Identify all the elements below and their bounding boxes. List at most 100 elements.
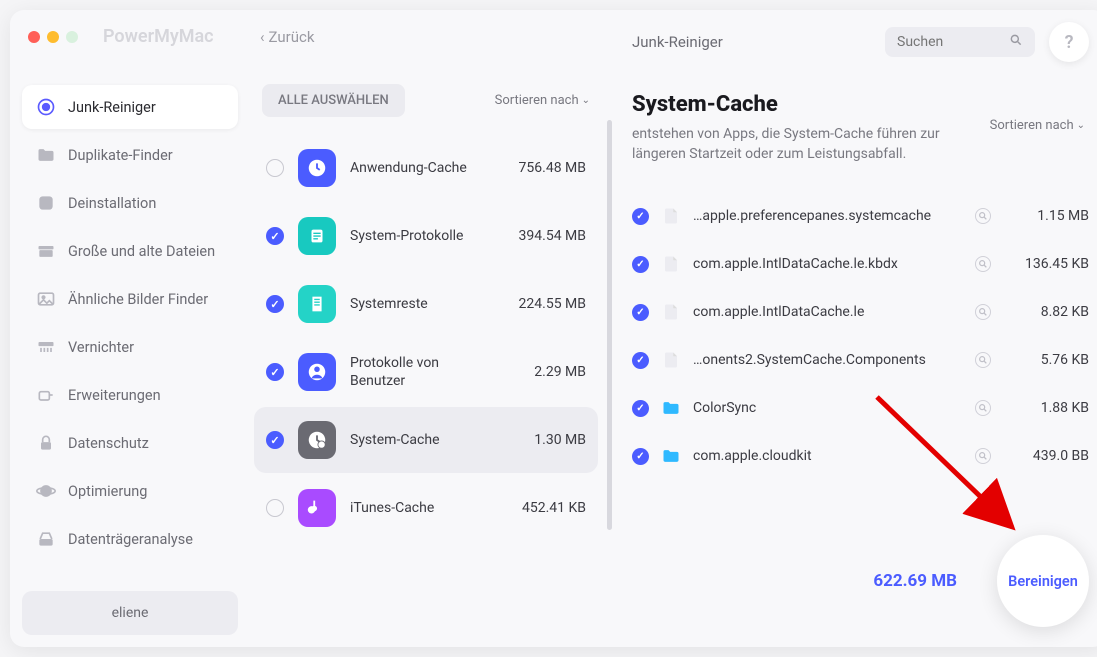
- file-icon: [661, 350, 681, 370]
- file-icon: [661, 302, 681, 322]
- folder-icon: [36, 145, 56, 165]
- folder-icon: [661, 446, 681, 466]
- search-icon: [1009, 33, 1023, 51]
- file-row[interactable]: ColorSync 1.88 KB: [632, 384, 1089, 432]
- file-row[interactable]: …apple.preferencepanes.systemcache 1.15 M…: [632, 192, 1089, 240]
- category-row[interactable]: System-Cache1.30 MB: [254, 407, 598, 473]
- sidebar-item-junk[interactable]: Junk-Reiniger: [22, 85, 238, 129]
- maximize-dot[interactable]: [66, 31, 78, 43]
- category-row[interactable]: Systemreste224.55 MB: [254, 271, 598, 337]
- file-size: 5.76 KB: [1003, 352, 1089, 368]
- file-row[interactable]: com.apple.IntlDataCache.le.kbdx 136.45 KB: [632, 240, 1089, 288]
- section-title: System-Cache: [632, 92, 1089, 117]
- category-icon: [298, 353, 336, 391]
- search-field[interactable]: [885, 27, 1035, 57]
- file-size: 1.15 MB: [1003, 208, 1089, 224]
- sidebar-item-label: Datenschutz: [68, 435, 149, 452]
- category-size: 1.30 MB: [501, 432, 586, 448]
- reveal-icon[interactable]: [975, 208, 991, 224]
- category-name: Anwendung-Cache: [350, 159, 487, 177]
- category-icon: [298, 421, 336, 459]
- category-name: iTunes-Cache: [350, 499, 487, 517]
- folder-icon: [661, 398, 681, 418]
- category-row[interactable]: iTunes-Cache 452.41 KB: [254, 475, 598, 541]
- sort-dropdown-detail[interactable]: Sortieren nach ⌄: [990, 118, 1085, 133]
- sidebar-item-label: Erweiterungen: [68, 387, 161, 404]
- checkbox[interactable]: [632, 256, 649, 273]
- file-name: …onents2.SystemCache.Components: [693, 352, 963, 368]
- file-name: ColorSync: [693, 400, 963, 416]
- reveal-icon[interactable]: [975, 256, 991, 272]
- category-size: 2.29 MB: [501, 364, 586, 380]
- file-size: 439.0 BB: [1003, 448, 1089, 464]
- checkbox[interactable]: [266, 295, 284, 313]
- checkbox[interactable]: [266, 227, 284, 245]
- user-pill[interactable]: eliene: [22, 591, 238, 635]
- sidebar-item-label: Duplikate-Finder: [68, 147, 173, 164]
- sidebar-item-label: Datenträgeranalyse: [68, 531, 193, 548]
- file-name: com.apple.cloudkit: [693, 448, 963, 464]
- category-row[interactable]: System-Protokolle 394.54 MB: [254, 203, 598, 269]
- back-label: Zurück: [269, 28, 315, 46]
- minimize-dot[interactable]: [47, 31, 59, 43]
- category-size: 394.54 MB: [501, 228, 586, 244]
- chevron-left-icon: ‹: [260, 28, 265, 46]
- search-input[interactable]: [897, 34, 1001, 50]
- category-list: Anwendung-Cache756.48 MBSystem-Protokoll…: [250, 135, 602, 541]
- select-all-button[interactable]: ALLE AUSWÄHLEN: [262, 84, 405, 117]
- sidebar-item-similar-images[interactable]: Ähnliche Bilder Finder: [22, 277, 238, 321]
- file-name: com.apple.IntlDataCache.le.kbdx: [693, 256, 963, 272]
- checkbox[interactable]: [632, 304, 649, 321]
- file-row[interactable]: com.apple.IntlDataCache.le8.82 KB: [632, 288, 1089, 336]
- file-name: …apple.preferencepanes.systemcache: [693, 208, 963, 224]
- checkbox[interactable]: [266, 159, 284, 177]
- reveal-icon[interactable]: [975, 448, 991, 464]
- reveal-icon[interactable]: [975, 304, 991, 320]
- sidebar-nav: Junk-Reiniger Duplikate-Finder Deinstall…: [22, 85, 238, 591]
- archive-icon: [36, 241, 56, 261]
- file-size: 136.45 KB: [1003, 256, 1089, 272]
- file-icon: [661, 254, 681, 274]
- total-size: 622.69 MB: [873, 571, 957, 591]
- close-dot[interactable]: [28, 31, 40, 43]
- sort-dropdown[interactable]: Sortieren nach ⌄: [495, 93, 590, 108]
- checkbox[interactable]: [632, 400, 649, 417]
- file-row[interactable]: com.apple.cloudkit 439.0 BB: [632, 432, 1089, 480]
- checkbox[interactable]: [632, 448, 649, 465]
- category-row[interactable]: Anwendung-Cache756.48 MB: [254, 135, 598, 201]
- category-row[interactable]: Protokolle von Benutzer 2.29 MB: [254, 339, 598, 405]
- checkbox[interactable]: [266, 363, 284, 381]
- clean-button[interactable]: Bereinigen: [997, 535, 1089, 627]
- app-logo: PowerMyMac: [103, 26, 214, 47]
- window-controls[interactable]: PowerMyMac: [22, 22, 238, 47]
- checkbox[interactable]: [266, 499, 284, 517]
- sidebar-item-duplicates[interactable]: Duplikate-Finder: [22, 133, 238, 177]
- checkbox[interactable]: [632, 208, 649, 225]
- file-row[interactable]: …onents2.SystemCache.Components 5.76 KB: [632, 336, 1089, 384]
- image-icon: [36, 289, 56, 309]
- sidebar-item-label: Optimierung: [68, 483, 147, 500]
- category-name: System-Protokolle: [350, 227, 487, 245]
- checkbox[interactable]: [632, 352, 649, 369]
- back-button[interactable]: ‹ Zurück: [250, 22, 602, 52]
- shredder-icon: [36, 337, 56, 357]
- sidebar-item-disk[interactable]: Datenträgeranalyse: [22, 517, 238, 561]
- sidebar-item-label: Junk-Reiniger: [68, 99, 156, 116]
- reveal-icon[interactable]: [975, 400, 991, 416]
- checkbox[interactable]: [266, 431, 284, 449]
- sidebar-item-extensions[interactable]: Erweiterungen: [22, 373, 238, 417]
- help-button[interactable]: ?: [1049, 22, 1089, 62]
- chevron-down-icon: ⌄: [1077, 120, 1085, 131]
- category-icon: [298, 149, 336, 187]
- sidebar-item-large-files[interactable]: Große und alte Dateien: [22, 229, 238, 273]
- reveal-icon[interactable]: [975, 352, 991, 368]
- category-name: Protokolle von Benutzer: [350, 354, 487, 390]
- sidebar-item-uninstall[interactable]: Deinstallation: [22, 181, 238, 225]
- sidebar-item-optimize[interactable]: Optimierung: [22, 469, 238, 513]
- sidebar-item-label: Große und alte Dateien: [68, 243, 215, 260]
- sidebar-item-shredder[interactable]: Vernichter: [22, 325, 238, 369]
- file-name: com.apple.IntlDataCache.le: [693, 304, 963, 320]
- sidebar-item-privacy[interactable]: Datenschutz: [22, 421, 238, 465]
- file-size: 1.88 KB: [1003, 400, 1089, 416]
- category-size: 452.41 KB: [501, 500, 586, 516]
